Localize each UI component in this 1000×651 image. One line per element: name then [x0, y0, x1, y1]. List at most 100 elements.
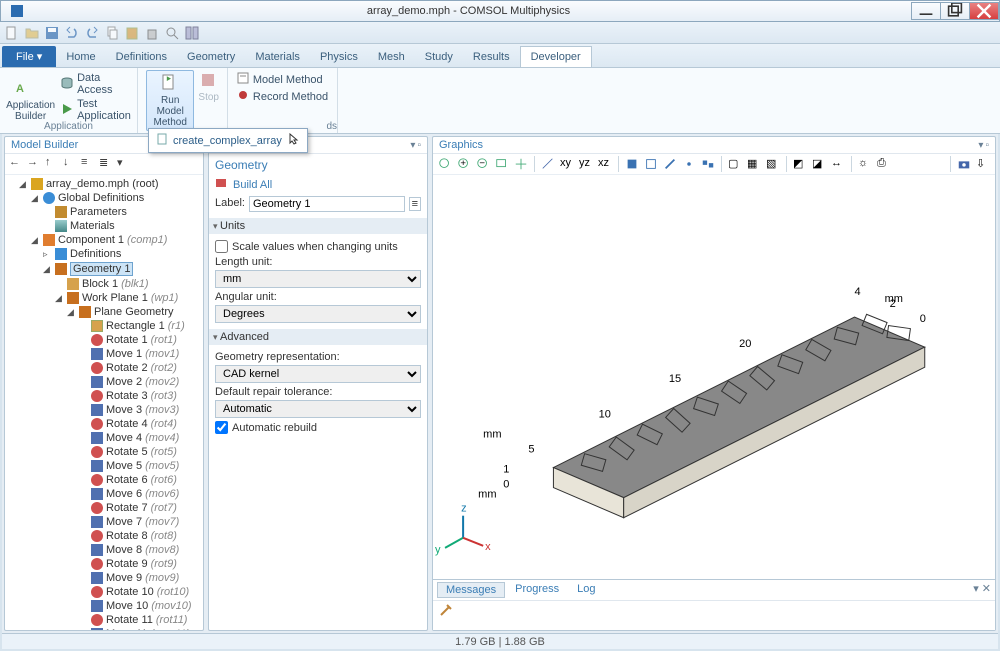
record-method-button[interactable]: Record Method [237, 89, 328, 104]
up-icon[interactable]: ↑ [45, 156, 61, 172]
tree-item[interactable]: Rotate 3 (rot3) [79, 389, 201, 403]
transparency-icon[interactable]: ▢ [727, 156, 743, 172]
crossection-icon[interactable]: ◩ [792, 156, 808, 172]
zoom-extents-icon[interactable] [437, 156, 453, 172]
tree-item[interactable]: Rotate 11 (rot11) [79, 613, 201, 627]
tree-item[interactable]: Rotate 5 (rot5) [79, 445, 201, 459]
undo-icon[interactable] [64, 25, 80, 41]
image-export-icon[interactable]: ⇩ [975, 156, 991, 172]
repair-tolerance-select[interactable]: Automatic [215, 400, 421, 418]
tree-item[interactable]: Move 3 (mov3) [79, 403, 201, 417]
tab-results[interactable]: Results [463, 47, 520, 67]
tab-messages[interactable]: Messages [437, 582, 505, 598]
tree-item[interactable]: Move 8 (mov8) [79, 543, 201, 557]
tab-home[interactable]: Home [56, 47, 105, 67]
test-application-button[interactable]: Test Application [61, 98, 131, 122]
angular-unit-select[interactable]: Degrees [215, 305, 421, 323]
print-icon[interactable]: ⎙ [876, 156, 892, 172]
scale-values-checkbox[interactable] [215, 240, 228, 253]
select-domain-icon[interactable] [624, 156, 640, 172]
tree-item[interactable]: Rotate 2 (rot2) [79, 361, 201, 375]
search-icon[interactable] [164, 25, 180, 41]
measure-icon[interactable]: ↔ [830, 156, 846, 172]
zoom-box-icon[interactable] [494, 156, 510, 172]
pan-icon[interactable] [513, 156, 529, 172]
graphics-close-icon[interactable]: ▫ [985, 140, 989, 151]
run-model-method-button[interactable]: Run Model Method [146, 70, 194, 131]
expand-icon[interactable]: ≡ [81, 156, 97, 172]
prev-icon[interactable]: ← [9, 156, 25, 172]
default-view-yz-icon[interactable]: yz [578, 156, 594, 172]
build-all-button[interactable]: Build All [215, 176, 421, 193]
zoom-in-icon[interactable]: + [456, 156, 472, 172]
minimize-button[interactable] [911, 2, 941, 20]
settings-menu-icon[interactable]: ▾ [410, 140, 415, 151]
default-view-xz-icon[interactable]: xz [597, 156, 613, 172]
units-section-header[interactable]: Units [209, 218, 427, 234]
clip-icon[interactable]: ◪ [811, 156, 827, 172]
app-builder-icon[interactable]: A [6, 70, 34, 98]
tab-developer[interactable]: Developer [520, 46, 592, 67]
paste-icon[interactable] [124, 25, 140, 41]
snapshot-icon[interactable] [956, 156, 972, 172]
geom-representation-select[interactable]: CAD kernel [215, 365, 421, 383]
tree-options-icon[interactable]: ▾ [117, 156, 133, 172]
auto-rebuild-checkbox[interactable] [215, 421, 228, 434]
broom-icon[interactable] [439, 608, 453, 620]
tab-log[interactable]: Log [569, 582, 603, 598]
render-icon[interactable]: ▧ [765, 156, 781, 172]
redo-icon[interactable] [84, 25, 100, 41]
data-access-button[interactable]: Data Access [61, 72, 131, 96]
select-point-icon[interactable] [681, 156, 697, 172]
tab-definitions[interactable]: Definitions [106, 47, 177, 67]
dropdown-item-create-complex-array[interactable]: create_complex_array [151, 131, 305, 150]
copy-icon[interactable] [104, 25, 120, 41]
tree-item[interactable]: Rotate 4 (rot4) [79, 417, 201, 431]
tree-item[interactable]: Rotate 10 (rot10) [79, 585, 201, 599]
model-method-button[interactable]: Model Method [237, 72, 328, 87]
label-options-icon[interactable]: ≡ [409, 197, 421, 211]
model-tree[interactable]: ◢array_demo.mph (root) ◢Global Definitio… [5, 175, 203, 630]
settings-close-icon[interactable]: ▫ [417, 140, 421, 151]
tree-item[interactable]: Move 9 (mov9) [79, 571, 201, 585]
tree-item[interactable]: Move 1 (mov1) [79, 347, 201, 361]
file-menu[interactable]: File ▾ [2, 46, 56, 67]
tab-materials[interactable]: Materials [245, 47, 310, 67]
tree-item[interactable]: Rotate 7 (rot7) [79, 501, 201, 515]
geometry-label-input[interactable] [249, 196, 405, 212]
tree-item[interactable]: Move 11 (mov11) [79, 627, 201, 630]
select-boundary-icon[interactable] [643, 156, 659, 172]
messages-pin-icon[interactable]: ▾ ✕ [973, 582, 991, 598]
select-edge-icon[interactable] [662, 156, 678, 172]
tree-item[interactable]: Move 10 (mov10) [79, 599, 201, 613]
down-icon[interactable]: ↓ [63, 156, 79, 172]
tree-item[interactable]: Move 2 (mov2) [79, 375, 201, 389]
close-button[interactable] [969, 2, 999, 20]
collapse-icon[interactable]: ≣ [99, 156, 115, 172]
tab-progress[interactable]: Progress [507, 582, 567, 598]
tree-item[interactable]: Rotate 9 (rot9) [79, 557, 201, 571]
default-view-xy-icon[interactable]: xy [559, 156, 575, 172]
new-file-icon[interactable] [4, 25, 20, 41]
tree-item[interactable]: Rotate 6 (rot6) [79, 473, 201, 487]
length-unit-select[interactable]: mm [215, 270, 421, 288]
graphics-menu-icon[interactable]: ▾ [978, 140, 983, 151]
tree-item[interactable]: Move 7 (mov7) [79, 515, 201, 529]
tree-item[interactable]: Move 6 (mov6) [79, 487, 201, 501]
tab-physics[interactable]: Physics [310, 47, 368, 67]
wireframe-icon[interactable]: ▦ [746, 156, 762, 172]
advanced-section-header[interactable]: Advanced [209, 329, 427, 345]
tab-mesh[interactable]: Mesh [368, 47, 415, 67]
tab-geometry[interactable]: Geometry [177, 47, 245, 67]
scene-light-icon[interactable]: ☼ [857, 156, 873, 172]
tab-study[interactable]: Study [415, 47, 463, 67]
save-icon[interactable] [44, 25, 60, 41]
graphics-canvas[interactable]: mm 0 2 4 5 10 15 20 mm 0 1 mm z y [433, 175, 995, 579]
next-icon[interactable]: → [27, 156, 43, 172]
tree-item[interactable]: Rotate 8 (rot8) [79, 529, 201, 543]
zoom-out-icon[interactable]: − [475, 156, 491, 172]
select-group-icon[interactable] [700, 156, 716, 172]
restore-button[interactable] [940, 2, 970, 20]
gotoxy-icon[interactable] [540, 156, 556, 172]
tree-item[interactable]: Rotate 1 (rot1) [79, 333, 201, 347]
